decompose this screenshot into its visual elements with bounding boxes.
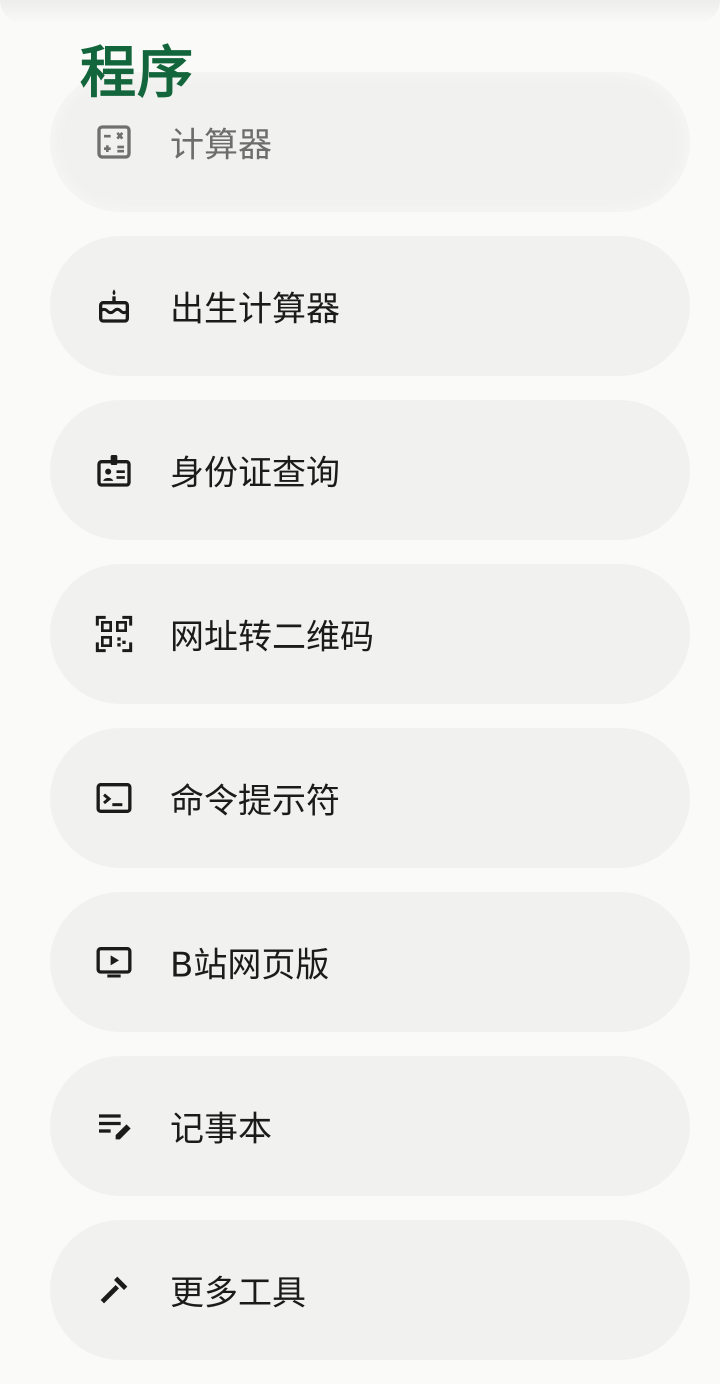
list-item-label: 命令提示符 [170, 781, 340, 822]
program-list: 计算器 出生计算器 身份证查询 网址转二维码 命令提示符 B站网页版 记事本 更… [50, 72, 690, 1384]
list-item-label: 身份证查询 [170, 453, 340, 494]
top-fade [0, 0, 720, 24]
tv-play-icon [94, 942, 134, 982]
notes-edit-icon [94, 1106, 134, 1146]
terminal-icon [94, 778, 134, 818]
list-item-label: B站网页版 [170, 945, 330, 986]
list-item-label: 出生计算器 [170, 289, 340, 330]
calculator-icon [94, 122, 134, 162]
cake-icon [94, 286, 134, 326]
list-item-url-to-qr[interactable]: 网址转二维码 [50, 564, 690, 704]
list-item-id-lookup[interactable]: 身份证查询 [50, 400, 690, 540]
list-item-label: 计算器 [170, 125, 272, 166]
list-item-label: 记事本 [170, 1109, 272, 1150]
list-item-bilibili-web[interactable]: B站网页版 [50, 892, 690, 1032]
list-item-birth-calculator[interactable]: 出生计算器 [50, 236, 690, 376]
id-badge-icon [94, 450, 134, 490]
tools-icon [94, 1270, 134, 1310]
list-item-label: 更多工具 [170, 1273, 306, 1314]
list-item-command-prompt[interactable]: 命令提示符 [50, 728, 690, 868]
list-item-more-tools[interactable]: 更多工具 [50, 1220, 690, 1360]
list-item-notepad[interactable]: 记事本 [50, 1056, 690, 1196]
page-title: 程序 [80, 41, 194, 106]
list-item-label: 网址转二维码 [170, 617, 374, 658]
qr-code-icon [94, 614, 134, 654]
